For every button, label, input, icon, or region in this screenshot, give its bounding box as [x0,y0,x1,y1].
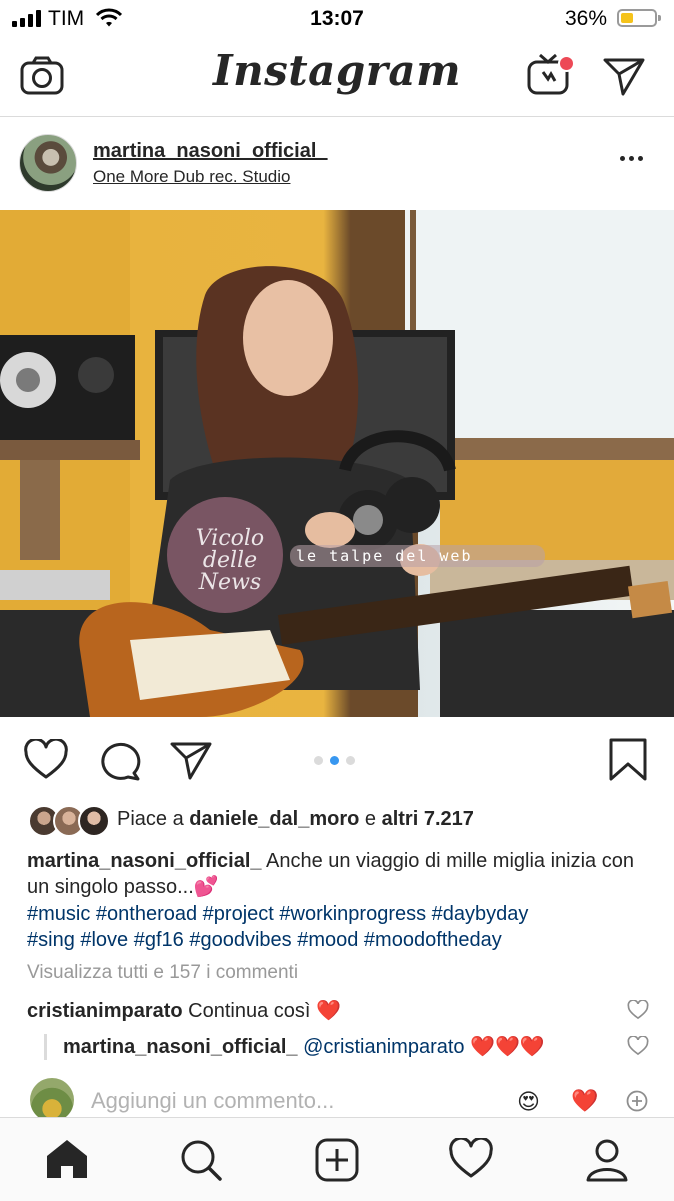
reply-thread-line [44,1034,47,1060]
post-author-avatar[interactable] [19,134,77,192]
activity-icon[interactable] [449,1136,493,1185]
share-paper-plane-icon[interactable] [170,740,212,785]
new-post-icon[interactable] [315,1138,359,1187]
home-icon[interactable] [45,1138,89,1185]
hashtags-line[interactable]: #music #ontheroad #project #workinprogre… [27,901,647,927]
notification-dot [558,55,575,72]
like-heart-icon[interactable] [24,737,68,786]
search-icon[interactable] [179,1138,223,1187]
comment-like-heart-icon[interactable] [627,999,649,1025]
reply-comment-row: martina_nasoni_official_ @cristianimpara… [63,1034,545,1059]
carousel-dot [314,756,323,765]
quick-reaction-heart-eyes[interactable]: 😍 [517,1089,540,1115]
battery-icon [617,9,661,27]
comment-text: Continua così [182,1000,317,1022]
photo-illustration [0,210,674,717]
bottom-tab-bar [0,1117,674,1201]
add-comment-input[interactable]: Aggiungi un commento... [91,1088,334,1114]
carousel-dot [346,756,355,765]
more-options-icon[interactable] [620,156,643,161]
liker-avatar [78,805,110,837]
caption-hashtags[interactable]: #music #ontheroad #project #workinprogre… [27,901,647,953]
post-author-username[interactable]: martina_nasoni_official_ [93,140,328,163]
reply-mention[interactable]: @cristianimparato [298,1036,464,1058]
caption-author[interactable]: martina_nasoni_official_ [27,850,262,872]
bookmark-icon[interactable] [608,738,648,787]
reply-emoji: ❤️❤️❤️ [464,1036,545,1058]
reply-like-heart-icon[interactable] [627,1035,649,1061]
liker-avatars[interactable] [28,805,110,837]
battery-percent: 36% [565,7,608,30]
comment-emoji: ❤️ [316,1000,341,1022]
post-photo[interactable]: Vicolo delle News le talpe del web [0,210,674,717]
first-liker-username[interactable]: daniele_dal_moro [189,808,359,830]
comment-author[interactable]: cristianimparato [27,1000,183,1022]
likes-others-count[interactable]: altri 7.217 [382,808,474,830]
status-bar: TIM 13:07 36% [0,0,674,38]
view-all-comments-link[interactable]: Visualizza tutti e 157 i commenti [27,962,298,984]
quick-reaction-red-heart[interactable]: ❤️ [571,1088,598,1114]
direct-message-icon[interactable] [603,56,645,101]
watermark-script: Vicolo delle News [195,526,265,595]
carousel-dot-active [330,756,339,765]
reply-author[interactable]: martina_nasoni_official_ [63,1036,298,1058]
likes-conjunction: e [364,808,377,830]
app-header: Instagram [0,38,674,117]
app-logo: Instagram [212,46,462,95]
watermark-banner: le talpe del web [296,547,473,565]
comment-bubble-icon[interactable] [98,739,142,786]
profile-icon[interactable] [585,1138,629,1187]
likes-summary[interactable]: Piace a daniele_dal_moro e altri 7.217 [117,808,474,831]
carousel-indicator [314,756,355,765]
hashtags-line[interactable]: #sing #love #gf16 #goodvibes #mood #mood… [27,927,647,953]
more-reactions-plus-icon[interactable] [626,1090,648,1117]
likes-prefix: Piace a [117,808,184,830]
post-caption: martina_nasoni_official_ Anche un viaggi… [27,848,647,900]
current-user-avatar [30,1078,74,1122]
comment-row: cristianimparato Continua così ❤️ [27,998,341,1023]
post-location[interactable]: One More Dub rec. Studio [93,167,290,187]
